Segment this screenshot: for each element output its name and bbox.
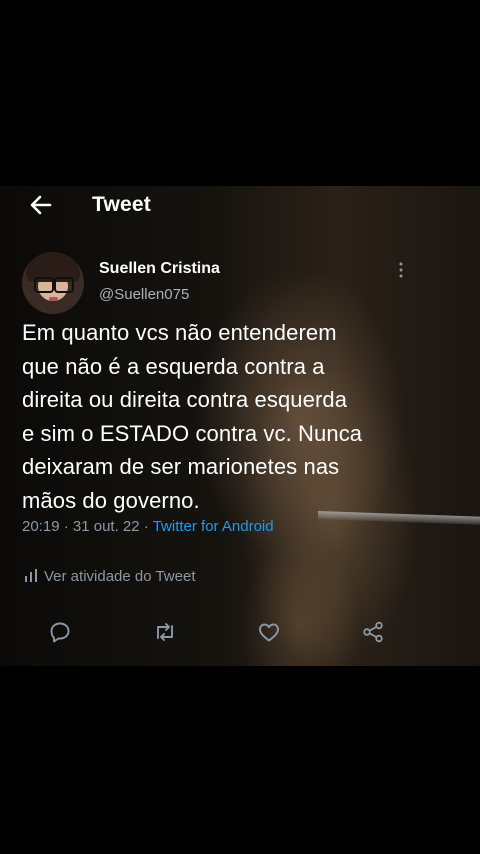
tweet-time: 20:19 — [22, 518, 60, 535]
analytics-bars-icon — [25, 569, 37, 582]
tweet-meta: 20:19 · 31 out. 22 · Twitter for Android — [22, 518, 274, 535]
action-bar — [0, 616, 480, 648]
retweet-icon[interactable] — [153, 620, 177, 644]
tweet-date: 31 out. 22 — [72, 518, 140, 535]
meta-separator: · — [143, 518, 149, 535]
more-options-icon[interactable] — [394, 260, 408, 280]
author-handle[interactable]: @Suellen075 — [99, 286, 189, 303]
share-icon[interactable] — [361, 620, 385, 644]
back-arrow-icon[interactable] — [28, 192, 54, 218]
tweet-screen: Tweet Suellen Cristina @Suellen075 Em qu… — [0, 186, 480, 666]
page-title: Tweet — [92, 193, 151, 216]
author-name[interactable]: Suellen Cristina — [99, 260, 220, 278]
tweet-text: Em quanto vcs não entenderem que não é a… — [22, 320, 363, 513]
tweet-source-link[interactable]: Twitter for Android — [153, 518, 274, 535]
meta-separator: · — [63, 518, 69, 535]
view-activity-link[interactable]: Ver atividade do Tweet — [24, 568, 196, 585]
view-activity-label: Ver atividade do Tweet — [44, 568, 196, 585]
header: Tweet — [0, 186, 480, 226]
avatar[interactable] — [22, 252, 84, 314]
reply-icon[interactable] — [48, 620, 72, 644]
like-icon[interactable] — [257, 620, 281, 644]
